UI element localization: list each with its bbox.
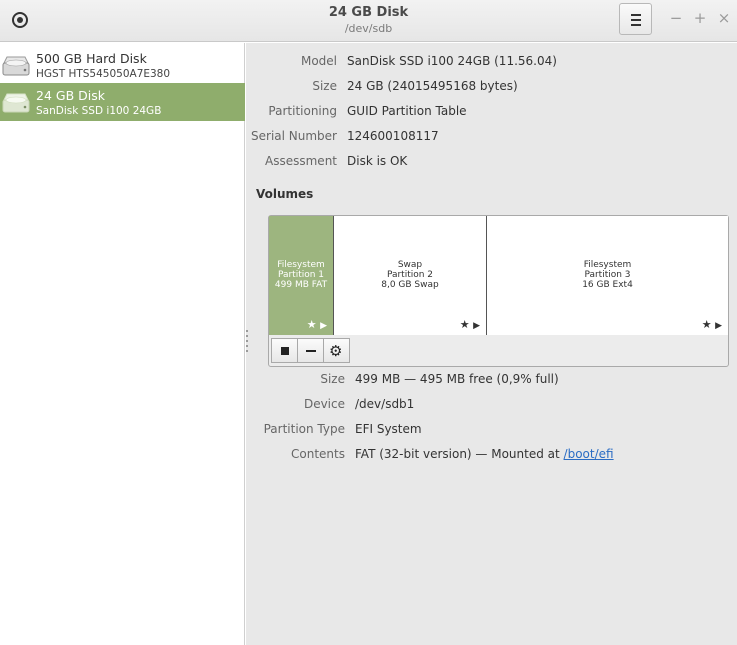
- disk-name: 24 GB Disk: [36, 88, 105, 103]
- assessment-label: Assessment: [265, 154, 337, 168]
- disk-model: HGST HTS545050A7E380: [36, 68, 171, 80]
- partition-3-text: Filesystem Partition 3 16 GB Ext4: [487, 260, 728, 290]
- partition-2-kind: Swap: [397, 260, 423, 270]
- partition-1-size: 499 MB FAT: [274, 280, 328, 290]
- hard-disk-icon: [2, 56, 30, 76]
- play-icon: ▶: [320, 321, 327, 331]
- hamburger-menu-button[interactable]: [619, 3, 652, 35]
- size-value: 24 GB (24015495168 bytes): [347, 79, 518, 93]
- play-icon: ▶: [473, 321, 480, 331]
- device-label: Device: [303, 397, 345, 411]
- partition-2-block[interactable]: Swap Partition 2 8,0 GB Swap ★ ▶: [334, 216, 487, 335]
- partition-2-status: ★ ▶: [460, 318, 480, 331]
- device-value: /dev/sdb1: [355, 397, 415, 411]
- contents-text: FAT (32-bit version) — Mounted at: [355, 447, 564, 461]
- partition-1-status: ★ ▶: [307, 318, 327, 331]
- close-icon[interactable]: ×: [716, 10, 732, 26]
- partition-3-kind: Filesystem: [583, 260, 632, 270]
- assessment-value: Disk is OK: [347, 154, 408, 168]
- partitioning-label: Partitioning: [268, 104, 337, 118]
- star-icon: ★: [459, 318, 470, 331]
- gear-icon: ⚙: [329, 342, 343, 360]
- partition-1-text: Filesystem Partition 1 499 MB FAT: [269, 260, 333, 290]
- unmount-button[interactable]: [271, 338, 298, 363]
- partition-3-size: 16 GB Ext4: [582, 280, 633, 290]
- partition-1-kind: Filesystem: [277, 260, 325, 270]
- partition-3-block[interactable]: Filesystem Partition 3 16 GB Ext4 ★ ▶: [487, 216, 728, 335]
- partition-size-label: Size: [320, 372, 345, 386]
- serial-number-value: 124600108117: [347, 129, 439, 143]
- partition-2-size: 8,0 GB Swap: [381, 280, 439, 290]
- disk-name: 500 GB Hard Disk: [36, 51, 147, 66]
- model-label: Model: [300, 54, 337, 68]
- disk-list-sidebar: 500 GB Hard Disk HGST HTS545050A7E380 24…: [0, 43, 245, 645]
- partition-size-value: 499 MB — 495 MB free (0,9% full): [355, 372, 559, 386]
- partition-settings-button[interactable]: ⚙: [323, 338, 350, 363]
- minus-icon: [306, 350, 316, 352]
- partition-1-block[interactable]: Filesystem Partition 1 499 MB FAT ★ ▶: [269, 216, 334, 335]
- contents-label: Contents: [291, 447, 345, 461]
- contents-value: FAT (32-bit version) — Mounted at /boot/…: [355, 447, 614, 461]
- serial-number-label: Serial Number: [251, 129, 337, 143]
- partition-2-number: Partition 2: [386, 270, 434, 280]
- partition-1-number: Partition 1: [277, 270, 325, 280]
- hard-disk-icon: [2, 93, 30, 113]
- volume-map: Filesystem Partition 1 499 MB FAT ★ ▶ Sw…: [268, 215, 729, 367]
- partition-3-status: ★ ▶: [702, 318, 722, 331]
- partition-type-value: EFI System: [355, 422, 422, 436]
- partition-type-label: Partition Type: [263, 422, 345, 436]
- volume-toolbar: ⚙: [269, 336, 728, 365]
- header-bar: 24 GB Disk /dev/sdb − + ×: [0, 0, 737, 42]
- disk-model: SanDisk SSD i100 24GB: [36, 105, 162, 117]
- volumes-heading: Volumes: [256, 187, 314, 201]
- play-icon: ▶: [715, 321, 722, 331]
- star-icon: ★: [701, 318, 712, 331]
- size-label: Size: [312, 79, 337, 93]
- pane-resize-handle[interactable]: [246, 330, 250, 356]
- disk-item-24gb[interactable]: 24 GB Disk SanDisk SSD i100 24GB: [0, 83, 245, 121]
- delete-partition-button[interactable]: [297, 338, 324, 363]
- mount-point-link[interactable]: /boot/efi: [564, 447, 614, 461]
- disk-item-500gb[interactable]: 500 GB Hard Disk HGST HTS545050A7E380: [0, 46, 245, 84]
- minimize-icon[interactable]: −: [668, 10, 684, 26]
- partition-3-number: Partition 3: [584, 270, 631, 280]
- maximize-icon[interactable]: +: [692, 10, 708, 26]
- model-value: SanDisk SSD i100 24GB (11.56.04): [347, 54, 557, 68]
- partition-2-text: Swap Partition 2 8,0 GB Swap: [334, 260, 486, 290]
- partitioning-value: GUID Partition Table: [347, 104, 467, 118]
- stop-icon: [281, 347, 289, 355]
- star-icon: ★: [306, 318, 317, 331]
